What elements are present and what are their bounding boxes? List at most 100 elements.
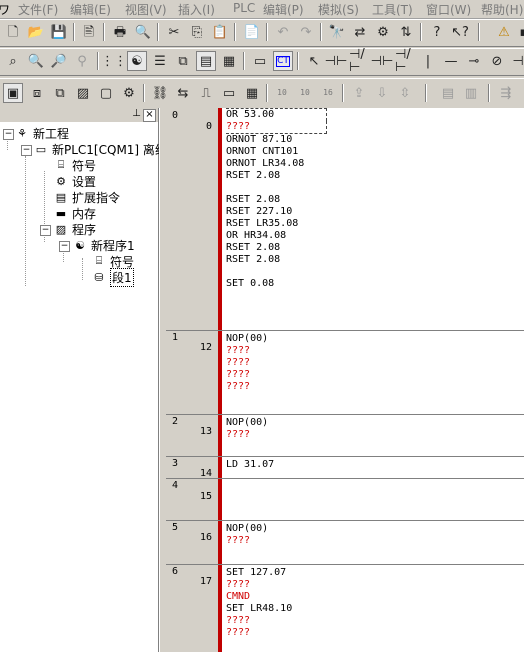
- paste-icon[interactable]: 📋: [210, 22, 230, 42]
- rung-mnemonic-code[interactable]: NOP(00)????: [226, 523, 268, 547]
- io-table-icon[interactable]: ⎍: [196, 83, 216, 103]
- watch-window-icon[interactable]: ⧉: [50, 83, 70, 103]
- coil-icon[interactable]: ⊸: [464, 51, 484, 71]
- help-icon[interactable]: ?: [427, 22, 447, 42]
- address-window-icon[interactable]: ▨: [73, 83, 93, 103]
- mnemonic-line[interactable]: LD 31.07: [226, 459, 274, 471]
- rung-mnemonic-code[interactable]: SET 127.07???? CMND SET LR48.10????????: [226, 567, 292, 639]
- contact-no-icon[interactable]: ⊣⊢: [325, 51, 348, 71]
- mnemonic-line[interactable]: ????: [226, 429, 268, 441]
- contact-or-icon[interactable]: ⊣⊢: [371, 51, 394, 71]
- mnemonic-line[interactable]: [226, 266, 327, 278]
- tree-item-program1[interactable]: ☯ 新程序1: [72, 237, 135, 253]
- output-window-icon[interactable]: ⧈: [27, 83, 47, 103]
- print-preview-icon[interactable]: 🔍: [133, 22, 153, 42]
- print-setup-icon[interactable]: 🖹: [79, 22, 99, 42]
- comments-icon[interactable]: ☯: [127, 51, 147, 71]
- mnemonic-line[interactable]: RSET 2.08: [226, 194, 327, 206]
- tree-item-symbols[interactable]: ⌸ 符号: [53, 157, 96, 173]
- select-pointer-icon[interactable]: ↖: [304, 51, 324, 71]
- mnemonic-line[interactable]: ORNOT CNT101: [226, 146, 327, 158]
- grid-icon[interactable]: ⋮⋮: [101, 51, 127, 71]
- ct-icon[interactable]: CT: [273, 51, 293, 71]
- tree-item-section1[interactable]: ⛁ 段1: [91, 267, 134, 287]
- monitor-icon[interactable]: ⧉: [173, 51, 193, 71]
- mnemonic-line[interactable]: SET 0.08: [226, 278, 327, 290]
- address-reference-icon[interactable]: ⇅: [396, 22, 416, 42]
- rung-1[interactable]: 1 12 NOP(00)????????????????: [166, 330, 524, 415]
- mnemonic-line[interactable]: SET LR48.10: [226, 603, 292, 615]
- mnemonic-line[interactable]: ????: [226, 381, 268, 393]
- menu-insert[interactable]: 插入(I): [178, 1, 215, 18]
- save-icon[interactable]: 💾: [49, 22, 69, 42]
- mnemonic-line[interactable]: OR HR34.08: [226, 230, 327, 242]
- mnemonic-line[interactable]: RSET LR35.08: [226, 218, 327, 230]
- mnemonic-editor[interactable]: 0 0 OR 53.00???? ORNOT 87.10 ORNOT CNT101 ORN…: [166, 108, 524, 652]
- menu-help[interactable]: 帮助(H): [481, 1, 523, 18]
- settings-window-icon[interactable]: ⚙: [119, 83, 139, 103]
- mnemonic-line[interactable]: ????: [226, 121, 327, 134]
- pin-icon[interactable]: ⊥: [131, 109, 142, 120]
- tree-item-programs[interactable]: ▨ 程序: [53, 221, 96, 237]
- zoom-in-icon[interactable]: 🔍: [26, 51, 46, 71]
- mnemonic-line[interactable]: ORNOT 87.10: [226, 134, 327, 146]
- download-icon[interactable]: ⇩: [372, 83, 392, 103]
- find-icon[interactable]: 🔭: [327, 22, 347, 42]
- program-mode-icon[interactable]: ⇶: [496, 83, 516, 103]
- cross-reference-icon[interactable]: ⚙: [373, 22, 393, 42]
- mnemonic-view-icon[interactable]: ▤: [196, 51, 216, 71]
- new-file-icon[interactable]: 🗋: [3, 22, 23, 42]
- mnemonic-line[interactable]: RSET 2.08: [226, 254, 327, 266]
- empty-rung-area[interactable]: [222, 478, 524, 519]
- rung-3[interactable]: 3 14 LD 31.07: [166, 456, 524, 479]
- cut-icon[interactable]: ✂: [164, 22, 184, 42]
- app-menu-icon[interactable]: ワ: [0, 1, 10, 18]
- horizontal-line-icon[interactable]: —: [441, 51, 461, 71]
- rung-6[interactable]: 6 17 SET 127.07???? CMND SET LR48.10????????: [166, 564, 524, 652]
- mnemonic-line[interactable]: ????: [226, 369, 268, 381]
- expand-program1-toggle[interactable]: −: [59, 241, 70, 252]
- menu-plc[interactable]: PLC: [233, 1, 255, 15]
- online-icon[interactable]: ⛓: [150, 83, 170, 103]
- expand-plc-toggle[interactable]: −: [21, 145, 32, 156]
- menu-tools[interactable]: 工具(T): [372, 1, 413, 18]
- expand-root-toggle[interactable]: −: [3, 129, 14, 140]
- menu-view[interactable]: 视图(V): [125, 1, 167, 18]
- mnemonic-line[interactable]: RSET 2.08: [226, 242, 327, 254]
- tree-item-settings[interactable]: ⚙ 设置: [53, 173, 96, 189]
- rung-2[interactable]: 2 13 NOP(00)????: [166, 414, 524, 457]
- menu-file[interactable]: 文件(F): [18, 1, 58, 18]
- mnemonic-line[interactable]: SET 127.07: [226, 567, 292, 579]
- tree-item-plc[interactable]: ▭ 新PLC1[CQM1] 离线: [33, 141, 167, 157]
- watch-icon[interactable]: ▦: [219, 51, 239, 71]
- upload-icon[interactable]: ⇪: [349, 83, 369, 103]
- menu-window[interactable]: 窗口(W): [426, 1, 471, 18]
- context-help-icon[interactable]: ↖?: [450, 22, 470, 42]
- zoom-icon[interactable]: ⚲: [72, 51, 92, 71]
- mnemonic-line[interactable]: NOP(00): [226, 417, 268, 429]
- mnemonic-line[interactable]: ????: [226, 615, 292, 627]
- mnemonic-line[interactable]: ????: [226, 535, 268, 547]
- tree-item-memory[interactable]: ▬ 内存: [53, 205, 96, 221]
- redo-icon[interactable]: ↷: [296, 22, 316, 42]
- mnemonic-line[interactable]: ????: [226, 579, 292, 591]
- coil-nc-icon[interactable]: ⊘: [487, 51, 507, 71]
- undo-icon[interactable]: ↶: [273, 22, 293, 42]
- memory-card-icon[interactable]: ▭: [219, 83, 239, 103]
- data-trace-icon[interactable]: ▦: [242, 83, 262, 103]
- mnemonic-line[interactable]: ????: [226, 357, 268, 369]
- rung-mnemonic-code[interactable]: OR 53.00???? ORNOT 87.10 ORNOT CNT101 ORNOT…: [226, 108, 327, 290]
- mnemonic-line[interactable]: ????: [226, 345, 268, 357]
- mnemonic-line[interactable]: RSET 2.08: [226, 170, 327, 182]
- open-folder-icon[interactable]: 📂: [26, 22, 46, 42]
- menu-program[interactable]: 编辑(P): [263, 1, 304, 18]
- copy-icon[interactable]: ⎘: [187, 22, 207, 42]
- zoom-fit-icon[interactable]: ⌕: [3, 51, 23, 71]
- toolbar-overflow-icon[interactable]: ▪: [514, 22, 524, 42]
- rung-mnemonic-code[interactable]: LD 31.07: [226, 459, 274, 471]
- mnemonic-line[interactable]: NOP(00): [226, 333, 268, 345]
- contact-nc-icon[interactable]: ⊣/⊢: [349, 48, 369, 74]
- symbol-table-icon[interactable]: ▭: [250, 51, 270, 71]
- clipboard-icon[interactable]: 📄: [242, 22, 262, 42]
- rung-4[interactable]: 4 15: [166, 478, 524, 521]
